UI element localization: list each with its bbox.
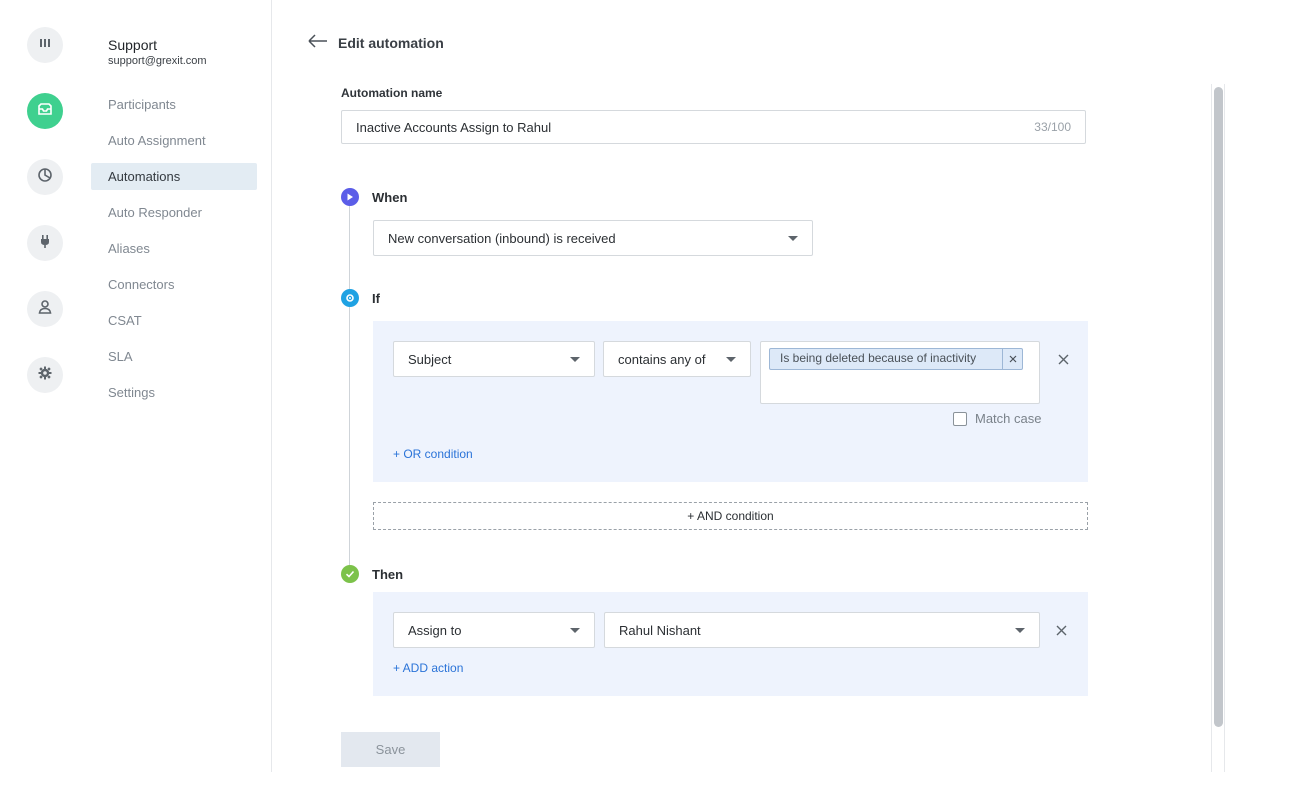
sidebar-item-automations[interactable]: Automations xyxy=(91,163,257,190)
save-button[interactable]: Save xyxy=(341,732,440,767)
condition-operator-select[interactable]: contains any of xyxy=(603,341,751,377)
settings-sidebar: Support support@grexit.com Participants … xyxy=(90,0,272,772)
chevron-down-icon xyxy=(570,356,580,362)
remove-condition-button[interactable] xyxy=(1056,352,1070,366)
rail-settings-button[interactable] xyxy=(27,357,63,393)
pie-chart-icon xyxy=(37,167,53,188)
page-header: Edit automation xyxy=(308,33,444,53)
and-condition-button[interactable]: + AND condition xyxy=(373,502,1088,530)
match-case-checkbox[interactable] xyxy=(953,411,967,426)
remove-tag-button[interactable] xyxy=(1002,349,1022,369)
sidebar-item-sla[interactable]: SLA xyxy=(91,343,257,370)
icon-rail xyxy=(0,0,90,794)
sidebar-item-participants[interactable]: Participants xyxy=(91,91,257,118)
automation-name-value: Inactive Accounts Assign to Rahul xyxy=(356,119,552,135)
user-icon xyxy=(37,299,53,320)
tag-text: Is being deleted because of inactivity xyxy=(780,351,977,365)
trigger-select-value: New conversation (inbound) is received xyxy=(388,230,616,246)
when-label: When xyxy=(372,190,408,205)
condition-values-input[interactable]: Is being deleted because of inactivity xyxy=(760,341,1040,404)
sidebar-item-settings[interactable]: Settings xyxy=(91,379,257,406)
rail-users-button[interactable] xyxy=(27,291,63,327)
chevron-down-icon xyxy=(570,627,580,633)
chevron-down-icon xyxy=(1015,627,1025,633)
condition-field-select[interactable]: Subject xyxy=(393,341,595,377)
gear-icon xyxy=(37,365,53,386)
account-name: Support xyxy=(108,37,158,53)
condition-value-tag: Is being deleted because of inactivity xyxy=(769,348,1023,370)
page-title: Edit automation xyxy=(338,35,444,51)
sidebar-item-aliases[interactable]: Aliases xyxy=(91,235,257,262)
chevron-down-icon xyxy=(788,235,798,241)
condition-field-value: Subject xyxy=(408,351,452,367)
action-type-select[interactable]: Assign to xyxy=(393,612,595,648)
timeline-line xyxy=(349,205,350,567)
action-type-value: Assign to xyxy=(408,622,462,638)
sidebar-item-connectors[interactable]: Connectors xyxy=(91,271,257,298)
inbox-icon xyxy=(37,101,53,122)
bars-icon xyxy=(37,35,53,56)
character-count: 33/100 xyxy=(1034,120,1071,134)
rail-integrations-button[interactable] xyxy=(27,225,63,261)
sidebar-item-auto-assignment[interactable]: Auto Assignment xyxy=(91,127,257,154)
automation-name-label: Automation name xyxy=(341,86,443,100)
automation-name-input[interactable]: Inactive Accounts Assign to Rahul 33/100 xyxy=(341,110,1086,144)
back-button[interactable] xyxy=(308,33,328,53)
or-condition-button[interactable]: + OR condition xyxy=(393,447,473,461)
plug-icon xyxy=(37,233,53,254)
add-action-button[interactable]: + ADD action xyxy=(393,661,463,675)
match-case-label: Match case xyxy=(975,411,1042,426)
assignee-select[interactable]: Rahul Nishant xyxy=(604,612,1040,648)
assignee-value: Rahul Nishant xyxy=(619,622,701,638)
scrollbar-thumb[interactable] xyxy=(1214,87,1223,727)
condition-operator-value: contains any of xyxy=(618,351,706,367)
trigger-select[interactable]: New conversation (inbound) is received xyxy=(373,220,813,256)
match-case-toggle[interactable]: Match case xyxy=(953,411,1041,426)
remove-action-button[interactable] xyxy=(1054,623,1068,637)
arrow-left-icon xyxy=(308,33,328,53)
rail-analytics-button[interactable] xyxy=(27,27,63,63)
rail-inbox-button[interactable] xyxy=(27,93,63,129)
rail-reports-button[interactable] xyxy=(27,159,63,195)
account-email: support@grexit.com xyxy=(108,55,207,67)
close-icon xyxy=(1058,354,1068,364)
sidebar-item-csat[interactable]: CSAT xyxy=(91,307,257,334)
sidebar-item-auto-responder[interactable]: Auto Responder xyxy=(91,199,257,226)
check-icon xyxy=(341,565,359,583)
gear-icon xyxy=(341,289,359,307)
play-icon xyxy=(341,188,359,206)
chevron-down-icon xyxy=(726,356,736,362)
then-label: Then xyxy=(372,567,404,582)
if-label: If xyxy=(372,291,380,306)
close-icon xyxy=(1056,625,1066,635)
close-icon xyxy=(1009,355,1016,363)
